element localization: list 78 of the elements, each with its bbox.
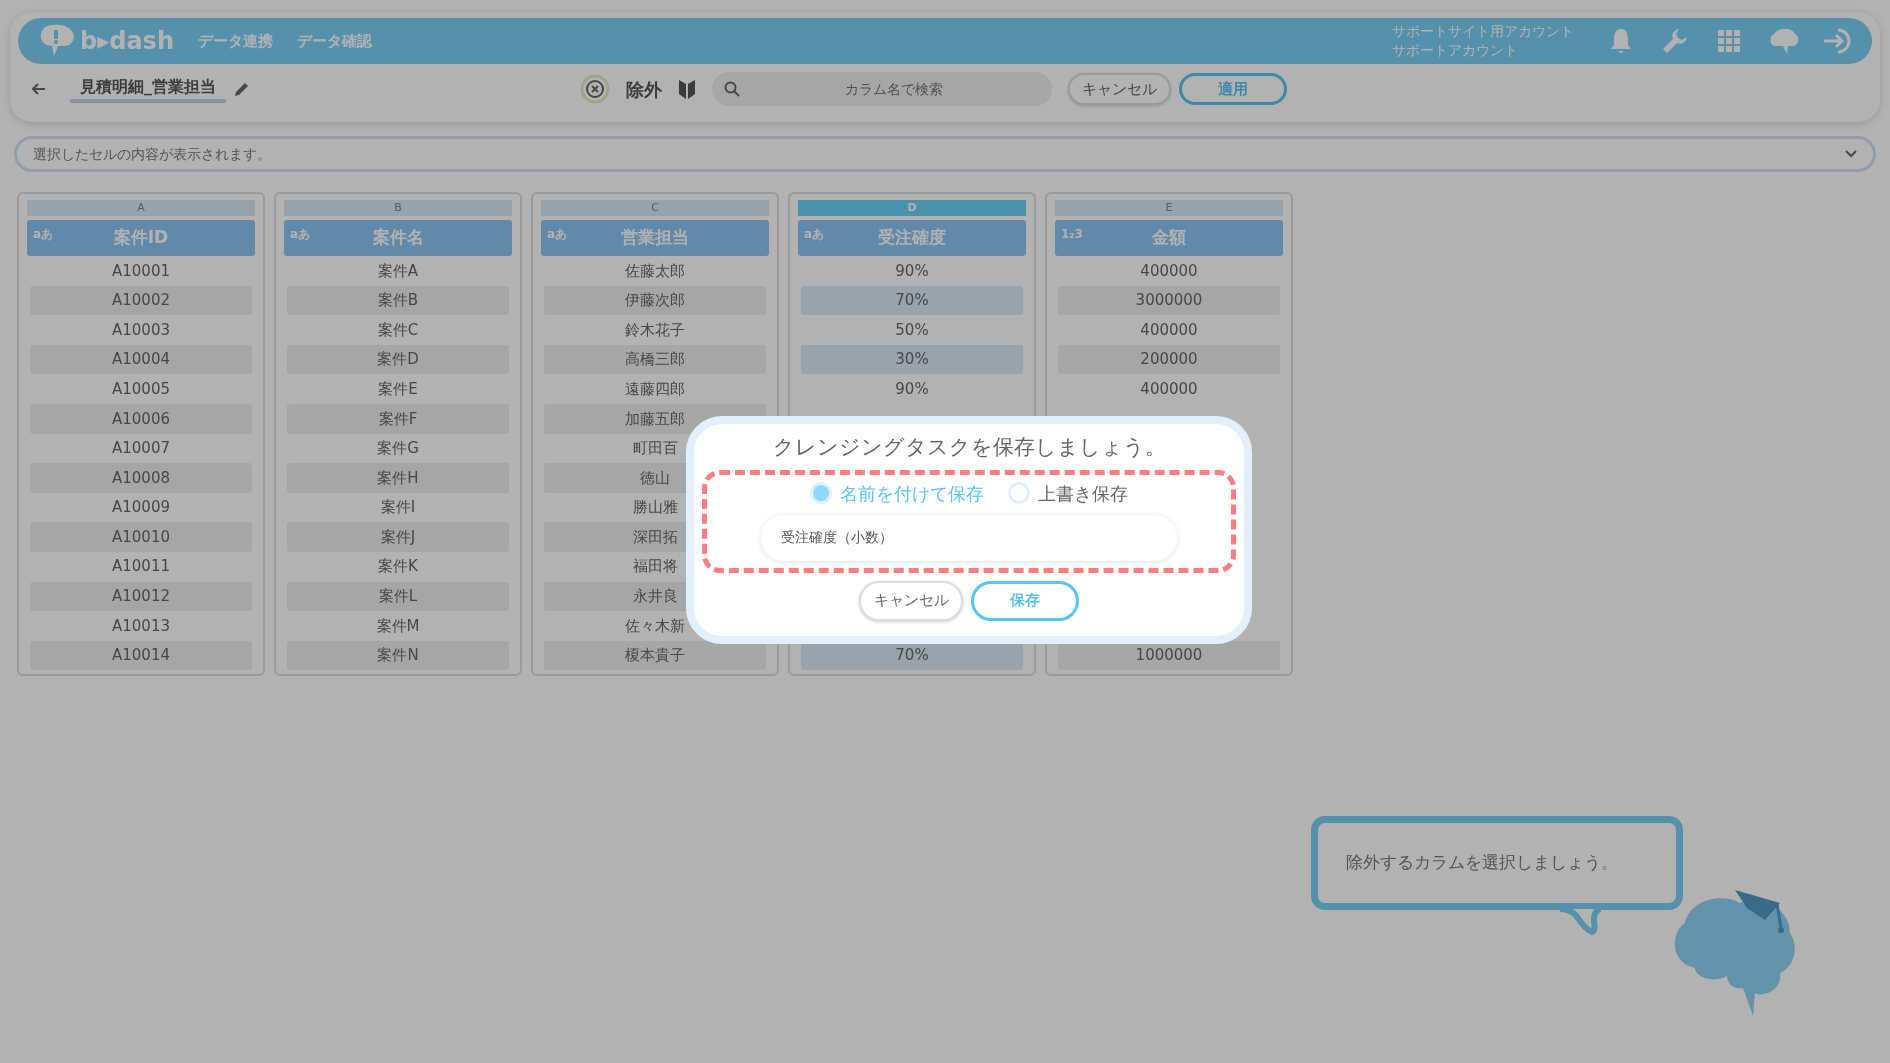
exclude-label: 除外 <box>626 77 662 102</box>
table-cell[interactable]: A10004 <box>30 344 252 375</box>
tip-bubble: 除外するカラムを選択しましょう。 <box>1311 816 1683 910</box>
table-cell[interactable]: 70% <box>801 285 1023 316</box>
table-cell[interactable]: 90% <box>801 256 1023 286</box>
column-name: 受注確度 <box>878 226 946 250</box>
radio-option[interactable]: 名前を付けて保存 <box>810 479 984 507</box>
chevron-down-icon[interactable] <box>1845 150 1857 158</box>
table-cell[interactable]: 案件H <box>287 463 509 493</box>
table-cell[interactable]: 400000 <box>1058 374 1280 404</box>
column-letter[interactable]: E <box>1055 200 1283 216</box>
account-name: サポートアカウント <box>1392 41 1519 60</box>
table-cell[interactable]: 30% <box>801 344 1023 375</box>
table-cell[interactable]: 遠藤四郎 <box>544 374 766 404</box>
account-name: サポートサイト用アカウント <box>1392 22 1574 41</box>
type-label: aあ <box>290 226 311 243</box>
table-cell[interactable]: A10003 <box>30 315 252 345</box>
radio-option[interactable]: 上書き保存 <box>1008 479 1128 507</box>
table-cell[interactable]: A10014 <box>30 640 252 671</box>
column-name: 案件名 <box>372 226 424 250</box>
dialog-title: クレンジングタスクを保存しましょう。 <box>772 434 1166 461</box>
search-field[interactable]: カラム名で検索 <box>712 72 1052 106</box>
table-cell[interactable]: 3000000 <box>1058 285 1280 316</box>
column-name: 金額 <box>1152 226 1186 250</box>
type-label: aあ <box>804 226 825 243</box>
table-cell[interactable]: 案件J <box>287 522 509 552</box>
table-cell[interactable]: 200000 <box>1058 344 1280 375</box>
table-cell[interactable]: 案件N <box>287 640 509 671</box>
type-label: 1₂3 <box>1061 226 1083 243</box>
table-cell[interactable]: 案件B <box>287 285 509 316</box>
column-name: 営業担当 <box>621 226 689 250</box>
table-cell[interactable]: 400000 <box>1058 315 1280 345</box>
type-label: aあ <box>33 226 54 243</box>
back-arrow-icon[interactable] <box>32 83 46 95</box>
table-cell[interactable]: 案件G <box>287 433 509 464</box>
pencil-icon[interactable] <box>234 81 250 97</box>
table-cell[interactable]: 案件C <box>287 315 509 345</box>
column-letter[interactable]: C <box>541 200 769 216</box>
cell-preview-field[interactable]: 選択したセルの内容が表示されます。 <box>14 136 1876 172</box>
cancel-button[interactable]: キャンセル <box>859 580 963 621</box>
table-cell[interactable]: 案件A <box>287 256 509 286</box>
table-cell[interactable]: 案件K <box>287 551 509 582</box>
table-cell[interactable]: A10005 <box>30 374 252 404</box>
table-cell[interactable]: 案件F <box>287 403 509 434</box>
preview-placeholder: 選択したセルの内容が表示されます。 <box>33 144 271 164</box>
table-cell[interactable]: 案件I <box>287 492 509 523</box>
table-cell[interactable]: A10008 <box>30 463 252 493</box>
table-cell[interactable]: 佐藤太郎 <box>544 256 766 286</box>
table-cell[interactable]: A10009 <box>30 492 252 523</box>
column-letter[interactable]: A <box>27 200 255 216</box>
table-cell[interactable]: 90% <box>801 374 1023 404</box>
page-title: 見積明細_営業担当 <box>70 75 226 103</box>
table-cell[interactable]: 案件E <box>287 374 509 404</box>
table-cell[interactable]: 400000 <box>1058 256 1280 286</box>
close-circle-icon[interactable] <box>580 74 610 104</box>
cancel-button[interactable]: キャンセル <box>1068 73 1171 105</box>
table-cell[interactable]: A10006 <box>30 403 252 434</box>
name-field[interactable]: 受注確度（小数） <box>761 514 1177 561</box>
table-cell[interactable]: A10011 <box>30 551 252 582</box>
table-cell[interactable]: 案件D <box>287 344 509 375</box>
search-icon <box>724 81 740 97</box>
column-name: 案件ID <box>113 226 169 250</box>
table-cell[interactable]: 1000000 <box>1058 640 1280 671</box>
table-cell[interactable]: A10010 <box>30 522 252 552</box>
table-cell[interactable]: A10013 <box>30 611 252 641</box>
table-cell[interactable]: A10007 <box>30 433 252 464</box>
table-cell[interactable]: 鈴木花子 <box>544 315 766 345</box>
table-cell[interactable]: A10001 <box>30 256 252 286</box>
table-cell[interactable]: 伊藤次郎 <box>544 285 766 316</box>
table-cell[interactable]: A10012 <box>30 581 252 612</box>
table-cell[interactable]: 案件M <box>287 611 509 641</box>
table-cell[interactable]: 案件L <box>287 581 509 612</box>
table-cell[interactable]: 50% <box>801 315 1023 345</box>
type-label: aあ <box>547 226 568 243</box>
table-cell[interactable]: 榎本貴子 <box>544 640 766 671</box>
table-cell[interactable]: A10002 <box>30 285 252 316</box>
column-letter[interactable]: B <box>284 200 512 216</box>
table-cell[interactable]: 高橋三郎 <box>544 344 766 375</box>
